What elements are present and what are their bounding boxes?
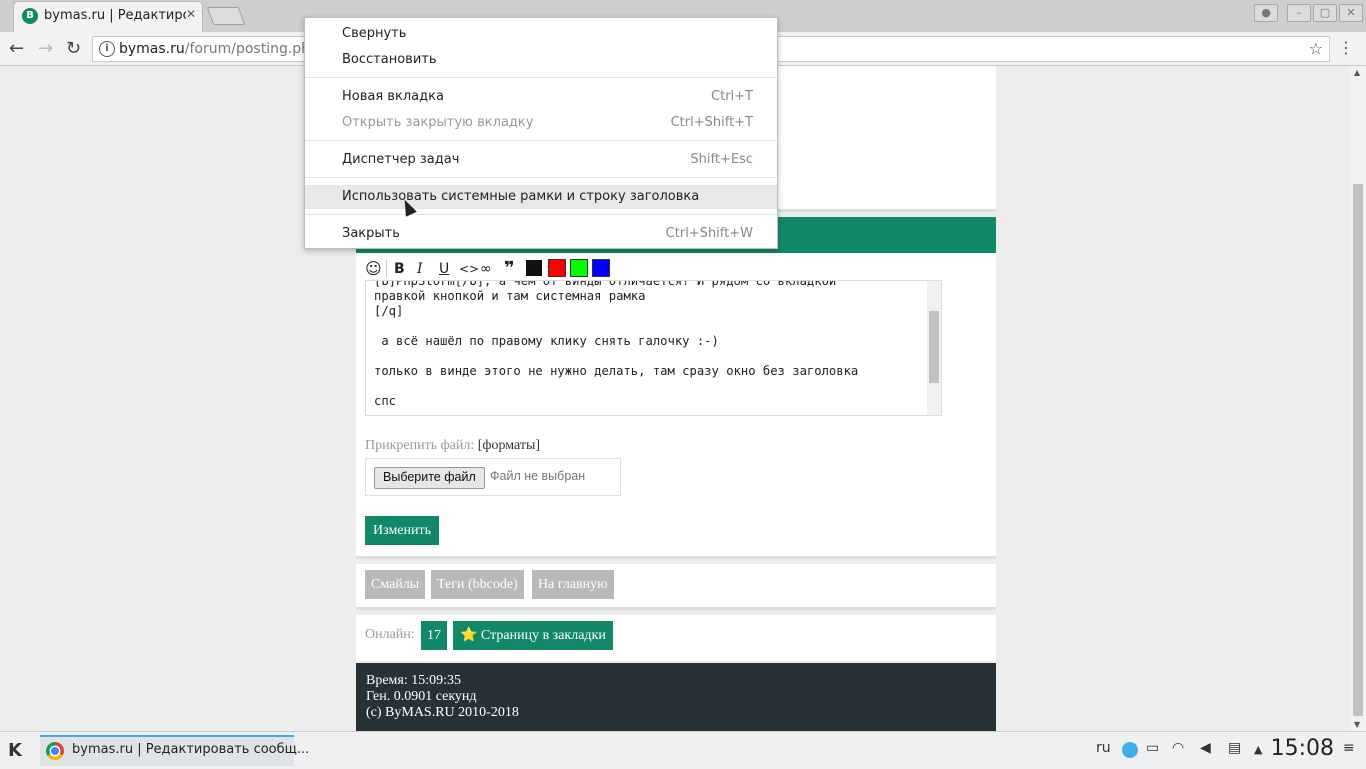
menu-item-close[interactable]: Закрыть Ctrl+Shift+W xyxy=(305,222,777,246)
clock[interactable]: 15:08 xyxy=(1271,736,1334,761)
menu-separator xyxy=(305,214,777,215)
menu-item-system-title-bar[interactable]: Использовать системные рамки и строку за… xyxy=(305,185,777,209)
attach-file-label: Прикрепить файл: [форматы] xyxy=(365,438,540,454)
tab-close-icon[interactable]: ✕ xyxy=(186,7,196,21)
app-launcher-icon[interactable]: K xyxy=(8,740,22,761)
file-input: Выберите файл Файл не выбран xyxy=(365,458,621,496)
menu-item-label: Использовать системные рамки и строку за… xyxy=(342,189,700,204)
bold-icon[interactable]: B xyxy=(394,259,405,279)
file-status: Файл не выбран xyxy=(490,469,586,483)
menu-separator xyxy=(305,140,777,141)
attach-label-text: Прикрепить файл: xyxy=(365,438,475,453)
menu-item-label: Новая вкладка xyxy=(342,89,444,104)
menu-item-shortcut: Shift+Esc xyxy=(690,152,753,167)
menu-separator xyxy=(305,77,777,78)
menu-item-restore[interactable]: Восстановить xyxy=(305,48,777,72)
message-text: [b]PhpStorm[/b], а чем от винды отличает… xyxy=(374,280,859,408)
link-icon[interactable]: ∞ xyxy=(480,259,492,279)
quote-icon[interactable]: ❞ xyxy=(504,259,515,279)
task-title: bymas.ru | Редактировать сообщ... xyxy=(72,742,310,757)
reload-icon[interactable]: ↻ xyxy=(66,38,81,59)
smiles-button[interactable]: Смайлы xyxy=(365,570,426,599)
menu-item-minimize[interactable]: Свернуть xyxy=(305,22,777,46)
toolbar-divider xyxy=(386,260,387,278)
back-arrow-icon[interactable]: ← xyxy=(9,38,24,59)
menu-item-shortcut: Ctrl+Shift+T xyxy=(670,115,753,130)
menu-item-label: Свернуть xyxy=(342,26,407,41)
bookmark-button[interactable]: ⭐ Страницу в закладки xyxy=(453,621,613,650)
smiley-icon[interactable]: ☺ xyxy=(365,259,382,279)
keyboard-layout[interactable]: ru xyxy=(1096,740,1111,756)
accessibility-icon[interactable] xyxy=(1122,742,1138,758)
url-text: bymas.ru/forum/posting.ph xyxy=(119,41,310,57)
menu-item-label: Восстановить xyxy=(342,52,437,67)
page-scrollbar[interactable]: ▲ ▼ xyxy=(1350,66,1366,731)
taskbar-task-chrome[interactable]: bymas.ru | Редактировать сообщ... xyxy=(40,735,309,766)
menu-item-label: Закрыть xyxy=(342,226,400,241)
volume-icon[interactable]: ◀ xyxy=(1200,740,1211,756)
code-icon[interactable]: <> xyxy=(459,259,479,279)
editor-card: ☺ B I U <> ∞ ❞ [b]PhpStorm[/b], а чем от… xyxy=(356,253,996,559)
forward-arrow-icon[interactable]: → xyxy=(38,38,53,59)
url-host: bymas.ru xyxy=(119,41,185,57)
menu-item-label: Диспетчер задач xyxy=(342,152,460,167)
chrome-menu-icon[interactable]: ⋮ xyxy=(1338,38,1354,57)
color-blue-button[interactable] xyxy=(592,259,610,277)
italic-icon[interactable]: I xyxy=(417,259,423,279)
scroll-up-icon[interactable]: ▲ xyxy=(1354,68,1360,77)
system-taskbar: K bymas.ru | Редактировать сообщ... ru ▭… xyxy=(0,731,1366,769)
page-scroll-thumb[interactable] xyxy=(1353,184,1363,716)
chrome-icon xyxy=(46,742,64,760)
scroll-down-icon[interactable]: ▼ xyxy=(1354,720,1360,729)
menu-separator xyxy=(305,177,777,178)
menu-item-label: Открыть закрытую вкладку xyxy=(342,115,534,130)
bbcode-tags-button[interactable]: Теги (bbcode) xyxy=(431,570,524,599)
close-window-button[interactable]: ✕ xyxy=(1339,4,1363,22)
browser-tab[interactable]: B bymas.ru | Редактиро ✕ xyxy=(14,2,202,32)
underline-icon[interactable]: U xyxy=(439,259,449,279)
active-task-indicator xyxy=(40,735,294,737)
footer-copyright: (c) ByMAS.RU 2010-2018 xyxy=(366,705,519,720)
minimize-button[interactable]: – xyxy=(1287,4,1311,22)
menu-item-shortcut: Ctrl+Shift+W xyxy=(665,226,753,241)
choose-file-button[interactable]: Выберите файл xyxy=(374,467,485,489)
online-label: Онлайн: xyxy=(365,627,415,642)
online-card: Онлайн: 17 ⭐ Страницу в закладки xyxy=(356,615,996,661)
tab-title: bymas.ru | Редактиро xyxy=(44,8,186,23)
footer-time: Время: 15:09:35 xyxy=(366,673,462,688)
maximize-button[interactable]: ▢ xyxy=(1313,4,1337,22)
site-favicon-icon: B xyxy=(22,8,38,24)
menu-item-new-tab[interactable]: Новая вкладка Ctrl+T xyxy=(305,85,777,109)
tab-context-menu: Свернуть Восстановить Новая вкладка Ctrl+… xyxy=(304,17,778,249)
info-icon[interactable]: i xyxy=(99,41,115,57)
page-footer: Время: 15:09:35 Ген. 0.0901 секунд (c) B… xyxy=(356,663,996,731)
desktop-menu-icon[interactable]: ≡ xyxy=(1343,740,1355,756)
submit-button[interactable]: Изменить xyxy=(365,516,440,545)
clipboard-icon[interactable]: ▤ xyxy=(1228,740,1241,756)
url-path: /forum/posting.ph xyxy=(184,41,311,57)
message-textarea[interactable]: [b]PhpStorm[/b], а чем от винды отличает… xyxy=(365,280,942,416)
links-card: Смайлы Теги (bbcode) На главную xyxy=(356,564,996,610)
new-tab-button[interactable] xyxy=(206,7,246,25)
menu-item-reopen-closed-tab: Открыть закрытую вкладку Ctrl+Shift+T xyxy=(305,111,777,135)
color-green-button[interactable] xyxy=(570,259,588,277)
online-count[interactable]: 17 xyxy=(421,621,447,650)
textarea-scroll-thumb[interactable] xyxy=(929,311,939,383)
menu-item-shortcut: Ctrl+T xyxy=(711,89,753,104)
bookmark-star-icon[interactable]: ☆ xyxy=(1309,39,1323,58)
tray-expand-icon[interactable]: ▲ xyxy=(1254,743,1262,756)
formats-link[interactable]: [форматы] xyxy=(478,438,540,453)
textarea-scrollbar[interactable] xyxy=(927,281,941,415)
menu-item-task-manager[interactable]: Диспетчер задач Shift+Esc xyxy=(305,148,777,172)
profile-icon[interactable]: ● xyxy=(1254,4,1278,22)
footer-gen: Ген. 0.0901 секунд xyxy=(366,689,477,704)
color-red-button[interactable] xyxy=(548,259,566,277)
wifi-icon[interactable]: ◠ xyxy=(1172,740,1184,756)
home-button[interactable]: На главную xyxy=(532,570,614,599)
image-icon[interactable] xyxy=(526,260,542,276)
battery-icon[interactable]: ▭ xyxy=(1146,740,1159,756)
